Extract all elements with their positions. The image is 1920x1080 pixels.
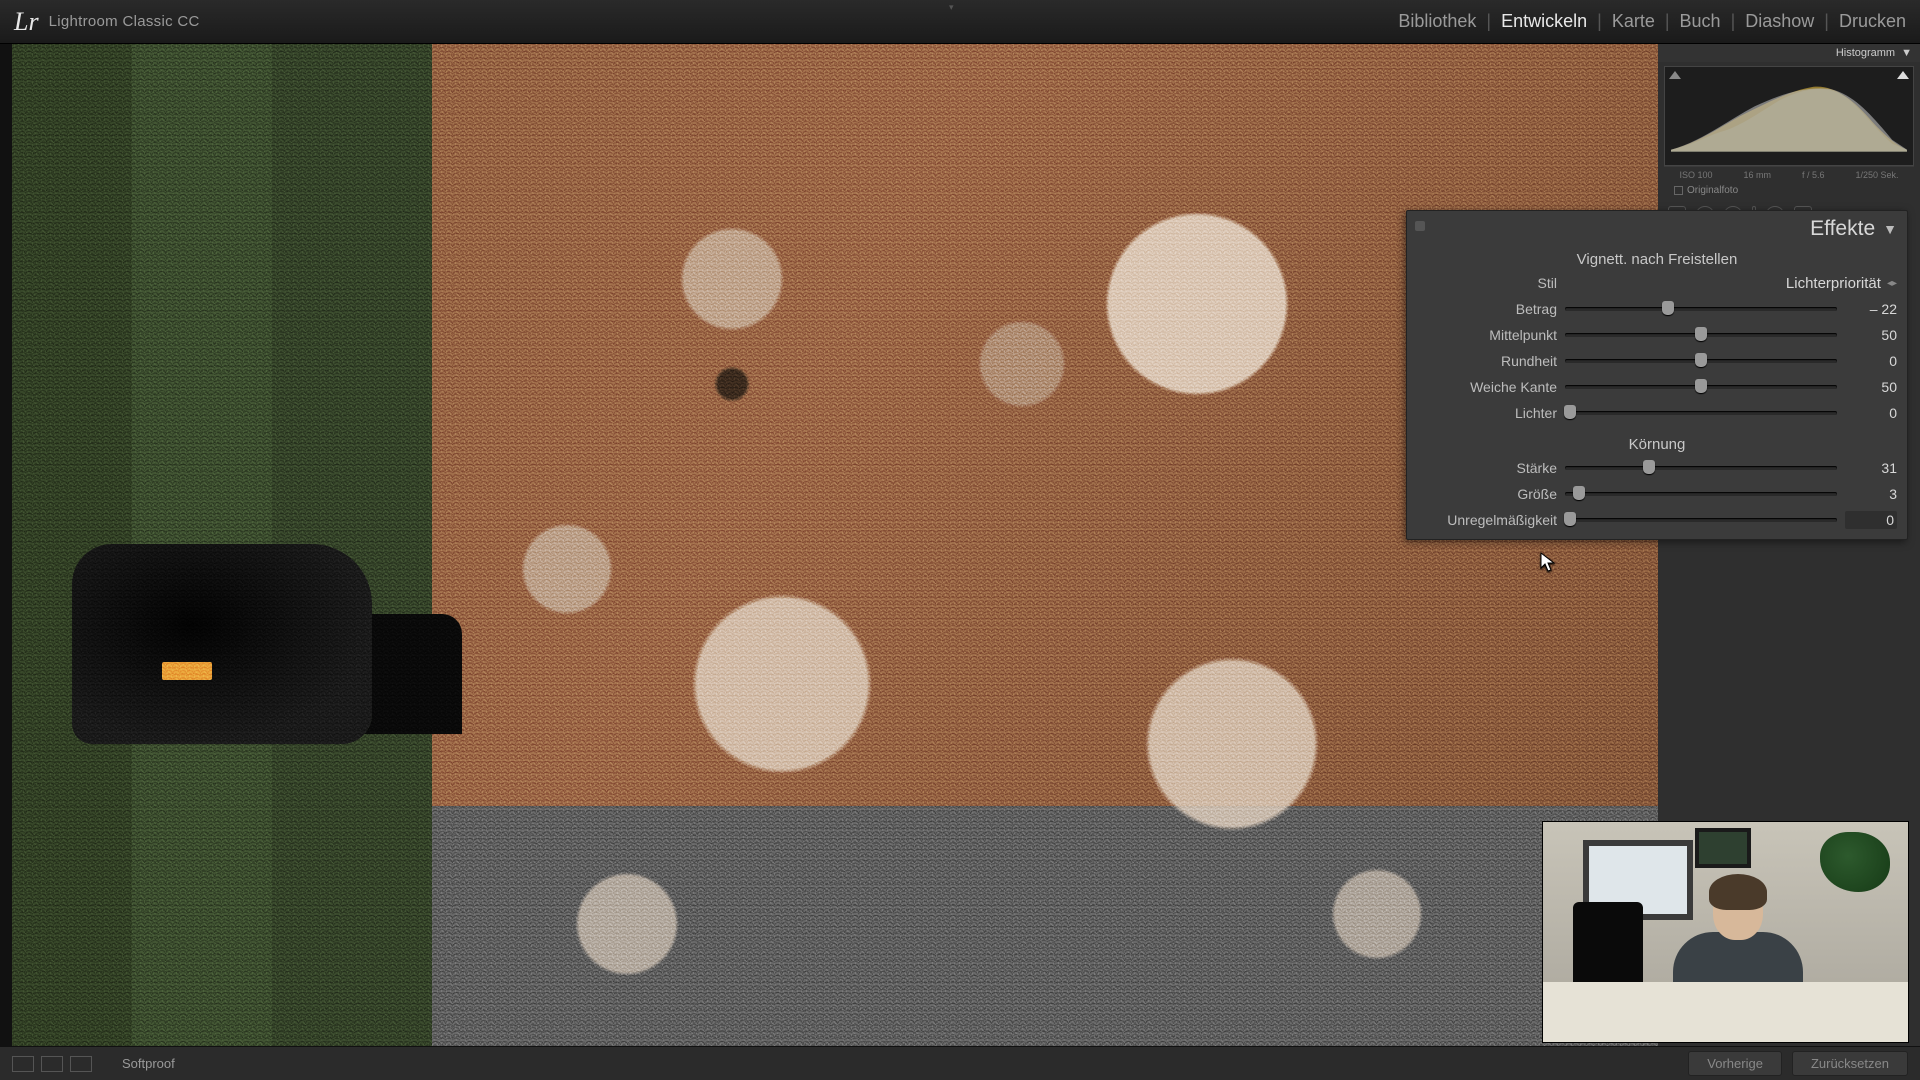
photo-car-shape <box>72 544 372 744</box>
grain-section-title: Körnung <box>1407 432 1907 455</box>
histogram-curve <box>1671 73 1907 152</box>
original-photo-label: Originalfoto <box>1687 185 1738 196</box>
reset-button[interactable]: Zurücksetzen <box>1792 1051 1908 1076</box>
vignette-slider-1[interactable] <box>1565 333 1837 337</box>
grain-row-1: Größe 3 <box>1407 481 1907 507</box>
app-name: Lightroom Classic CC <box>49 13 200 30</box>
vignette-row-4: Lichter 0 <box>1407 400 1907 426</box>
effects-panel-title: Effekte <box>1810 217 1875 241</box>
nav-entwickeln[interactable]: Entwickeln <box>1501 11 1587 32</box>
app-logo: Lr <box>14 7 39 37</box>
grain-slider-1[interactable] <box>1565 492 1837 496</box>
grain-slider-0[interactable] <box>1565 466 1837 470</box>
view-mode-split-icon[interactable] <box>70 1056 92 1072</box>
vignette-slider-4[interactable] <box>1565 411 1837 415</box>
grain-value-2[interactable]: 0 <box>1845 511 1897 529</box>
topbar-grip-icon[interactable]: ▾ <box>949 2 971 9</box>
grain-row-2: Unregelmäßigkeit 0 <box>1407 507 1907 533</box>
grain-slider-knob-1[interactable] <box>1573 486 1585 500</box>
vignette-slider-2[interactable] <box>1565 359 1837 363</box>
vignette-row-0: Betrag – 22 <box>1407 296 1907 322</box>
exif-shutter: 1/250 Sek. <box>1855 170 1898 180</box>
vignette-row-1: Mittelpunkt 50 <box>1407 322 1907 348</box>
grain-label-0: Stärke <box>1417 460 1557 476</box>
vignette-label-3: Weiche Kante <box>1417 379 1557 395</box>
vignette-row-3: Weiche Kante 50 <box>1407 374 1907 400</box>
exif-iso: ISO 100 <box>1679 170 1712 180</box>
vignette-slider-3[interactable] <box>1565 385 1837 389</box>
view-mode-loupe-icon[interactable] <box>12 1056 34 1072</box>
vignette-slider-knob-0[interactable] <box>1662 301 1674 315</box>
vignette-style-dropdown[interactable]: Lichterpriorität ◂▸ <box>1565 275 1897 292</box>
checkbox-icon[interactable] <box>1674 186 1683 195</box>
vignette-label-0: Betrag <box>1417 301 1557 317</box>
vignette-slider-knob-3[interactable] <box>1695 379 1707 393</box>
histogram[interactable] <box>1664 66 1914 166</box>
vignette-section-title: Vignett. nach Freistellen <box>1407 247 1907 270</box>
grain-slider-knob-2[interactable] <box>1564 512 1576 526</box>
vignette-value-2[interactable]: 0 <box>1845 353 1897 369</box>
grain-row-0: Stärke 31 <box>1407 455 1907 481</box>
nav-karte[interactable]: Karte <box>1612 11 1655 32</box>
vignette-slider-0[interactable] <box>1565 307 1837 311</box>
topbar: Lr Lightroom Classic CC ▾ Bibliothek|Ent… <box>0 0 1920 44</box>
nav-buch[interactable]: Buch <box>1680 11 1721 32</box>
panel-toggle-switch[interactable] <box>1415 221 1425 231</box>
vignette-value-1[interactable]: 50 <box>1845 327 1897 343</box>
grain-label-1: Größe <box>1417 486 1557 502</box>
nav-drucken[interactable]: Drucken <box>1839 11 1906 32</box>
vignette-label-4: Lichter <box>1417 405 1557 421</box>
pip-desk <box>1543 982 1908 1042</box>
pip-plant <box>1820 832 1890 892</box>
softproof-toggle[interactable]: Softproof <box>122 1056 175 1071</box>
original-photo-toggle[interactable]: Originalfoto <box>1664 183 1914 198</box>
exif-aperture: f / 5.6 <box>1802 170 1825 180</box>
exif-focal: 16 mm <box>1743 170 1771 180</box>
histogram-title: Histogramm <box>1836 47 1895 59</box>
nav-bibliothek[interactable]: Bibliothek <box>1398 11 1476 32</box>
view-mode-before-after-icon[interactable] <box>41 1056 63 1072</box>
grain-value-1[interactable]: 3 <box>1845 486 1897 502</box>
nav-diashow[interactable]: Diashow <box>1745 11 1814 32</box>
histogram-exif: ISO 100 16 mm f / 5.6 1/250 Sek. <box>1664 166 1914 183</box>
effects-panel-header[interactable]: Effekte ▼ <box>1407 211 1907 247</box>
vignette-label-1: Mittelpunkt <box>1417 327 1557 343</box>
histogram-header[interactable]: Histogramm ▼ <box>1658 44 1920 62</box>
grain-value-0[interactable]: 31 <box>1845 460 1897 476</box>
vignette-value-3[interactable]: 50 <box>1845 379 1897 395</box>
vignette-slider-knob-2[interactable] <box>1695 353 1707 367</box>
vignette-slider-knob-4[interactable] <box>1564 405 1576 419</box>
chevron-down-icon[interactable]: ▼ <box>1883 221 1897 237</box>
vignette-value-4[interactable]: 0 <box>1845 405 1897 421</box>
vignette-style-row: Stil Lichterpriorität ◂▸ <box>1407 270 1907 296</box>
vignette-style-label: Stil <box>1417 275 1557 291</box>
chevron-down-icon: ▼ <box>1901 47 1912 59</box>
vignette-row-2: Rundheit 0 <box>1407 348 1907 374</box>
dropdown-arrows-icon: ◂▸ <box>1887 278 1897 289</box>
bottombar: Softproof Vorherige Zurücksetzen <box>0 1046 1920 1080</box>
grain-slider-knob-0[interactable] <box>1643 460 1655 474</box>
vignette-style-value: Lichterpriorität <box>1786 275 1881 292</box>
grain-label-2: Unregelmäßigkeit <box>1417 512 1557 528</box>
module-nav: Bibliothek|Entwickeln|Karte|Buch|Diashow… <box>1398 11 1906 32</box>
pip-picture-frame <box>1695 828 1751 868</box>
previous-button[interactable]: Vorherige <box>1688 1051 1782 1076</box>
photo-licence-plate <box>162 662 212 680</box>
vignette-value-0[interactable]: – 22 <box>1845 301 1897 317</box>
vignette-label-2: Rundheit <box>1417 353 1557 369</box>
vignette-slider-knob-1[interactable] <box>1695 327 1707 341</box>
grain-slider-2[interactable] <box>1565 518 1837 522</box>
webcam-overlay <box>1543 822 1908 1042</box>
effects-panel: Effekte ▼ Vignett. nach Freistellen Stil… <box>1406 210 1908 540</box>
